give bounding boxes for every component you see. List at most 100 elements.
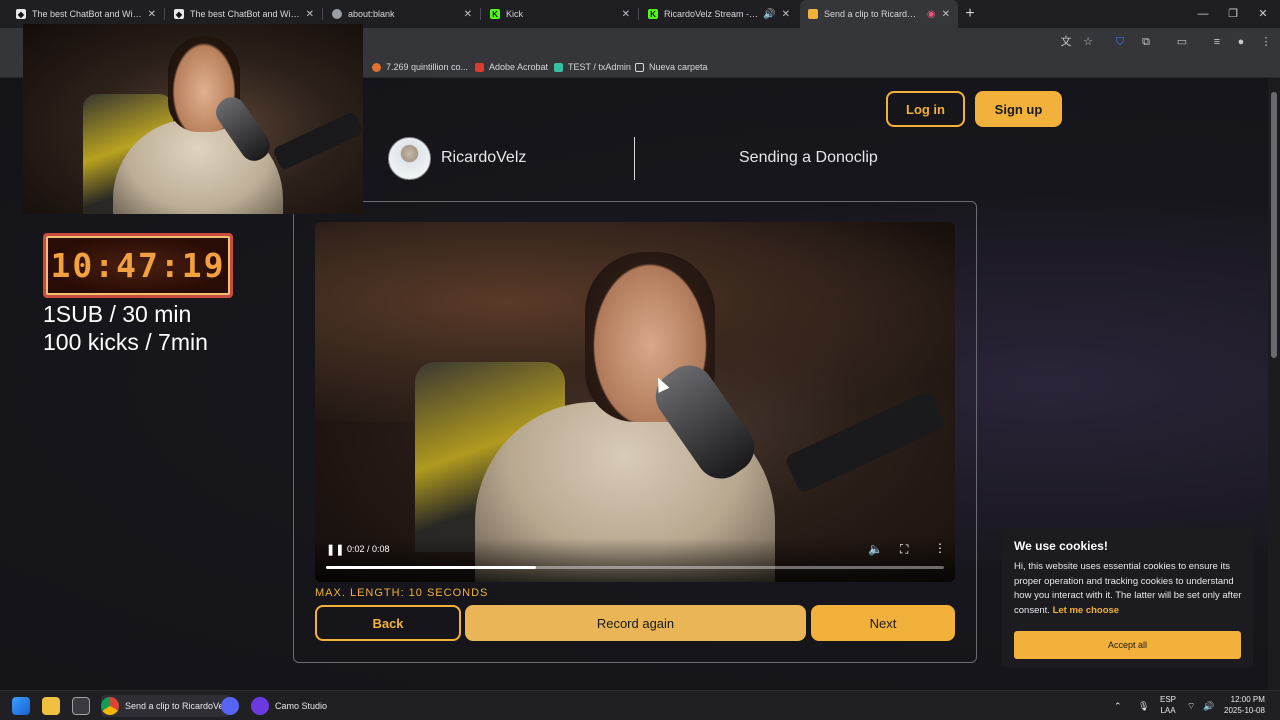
chrome-icon — [101, 697, 119, 715]
extensions-icon[interactable]: ⧉ — [1138, 34, 1154, 50]
flame-icon — [372, 62, 381, 72]
streamer-name: RicardoVelz — [441, 149, 527, 166]
video-time-readout: 0:02 / 0:08 — [347, 544, 390, 554]
tab-label: about:blank — [348, 9, 395, 19]
txadmin-icon — [554, 62, 563, 72]
video-progress-fill — [326, 566, 537, 569]
tab-separator — [638, 8, 639, 20]
clock-date: 2025-10-08 — [1224, 706, 1265, 715]
cookie-title: We use cookies! — [1014, 539, 1108, 553]
taskbar-chrome-label: Send a clip to RicardoVe — [125, 701, 224, 711]
bookmark-label: Nueva carpeta — [649, 62, 708, 72]
tab-ricardovelz-stream[interactable]: K RicardoVelz Stream - Watch 🔊 ✕ — [640, 0, 798, 28]
bookmark-label: Adobe Acrobat — [489, 62, 549, 72]
taskbar-discord[interactable] — [221, 695, 245, 717]
tab-send-clip[interactable]: Send a clip to RicardoVelz | ◉ ✕ — [800, 0, 958, 28]
max-length-note: MAX. LENGTH: 10 SECONDS — [315, 587, 489, 599]
kick-icon: K — [648, 9, 658, 19]
cookie-text: Hi, this website uses essential cookies … — [1014, 560, 1246, 618]
star-icon[interactable]: ☆ — [1080, 34, 1096, 50]
close-icon[interactable]: ✕ — [622, 9, 630, 20]
close-icon[interactable]: ✕ — [464, 9, 472, 20]
subathon-timer: 10:47:19 — [43, 233, 233, 298]
bookmark-nueva-carpeta[interactable]: Nueva carpeta — [635, 60, 708, 74]
tab-label: RicardoVelz Stream - Watch — [664, 9, 760, 19]
next-button[interactable]: Next — [811, 605, 955, 641]
speaker-icon[interactable]: 🔊 — [763, 9, 775, 20]
discord-icon — [221, 697, 239, 715]
timer-value: 10:47:19 — [50, 246, 226, 285]
bookmark-label: 7.269 quintillion co... — [386, 62, 469, 72]
webcam-overlay — [23, 24, 363, 214]
scrollbar-thumb[interactable] — [1271, 92, 1277, 358]
streamelements-icon: ◆ — [174, 9, 184, 19]
tab-label: Kick — [506, 9, 524, 19]
tab-label: The best ChatBot and Widgets — [190, 9, 300, 19]
cookie-body: Hi, this website uses essential cookies … — [1014, 561, 1242, 616]
bookmark-label: TEST / txAdmin — [568, 62, 631, 72]
record-again-button[interactable]: Record again — [465, 605, 806, 641]
header-divider — [634, 137, 635, 180]
cast-icon[interactable]: ▭ — [1174, 34, 1190, 50]
close-icon[interactable]: ✕ — [782, 9, 790, 20]
clock-time: 12:00 PM — [1230, 695, 1265, 704]
menu-icon[interactable]: ⋮ — [1258, 34, 1274, 50]
tray-chevron-icon[interactable]: ⌃ — [1114, 695, 1122, 717]
wifi-icon[interactable]: ⌔ — [1187, 695, 1195, 717]
video-player[interactable]: ❚❚ 0:02 / 0:08 🔈 ⛶ ⋮ — [315, 222, 955, 582]
video-progress-bar[interactable] — [326, 566, 944, 569]
taskbar-camo[interactable]: Camo Studio — [251, 695, 327, 717]
microphone-icon[interactable]: 🎙 — [1138, 695, 1149, 717]
sub-goal-text: 1SUB / 30 min — [43, 301, 192, 327]
close-icon[interactable]: ✕ — [942, 9, 950, 20]
lang-code: ESP — [1160, 695, 1177, 704]
close-icon[interactable]: ✕ — [148, 9, 156, 20]
media-icon[interactable]: ≡ — [1209, 34, 1225, 50]
globe-icon — [332, 9, 342, 19]
accept-all-button[interactable]: Accept all — [1014, 631, 1241, 659]
windows-taskbar: Send a clip to RicardoVe Camo Studio ⌃ 🎙… — [0, 690, 1280, 720]
taskbar-chrome[interactable]: Send a clip to RicardoVe — [101, 695, 230, 717]
minimize-button[interactable]: — — [1188, 0, 1218, 28]
kicks-goal-text: 100 kicks / 7min — [43, 329, 208, 355]
bookmark-quintillion[interactable]: 7.269 quintillion co... — [372, 60, 468, 74]
video-controls — [315, 538, 955, 582]
close-icon[interactable]: ✕ — [306, 9, 314, 20]
tab-separator — [322, 8, 323, 20]
file-explorer-button[interactable] — [42, 695, 66, 717]
start-button[interactable] — [12, 695, 36, 717]
speaker-icon[interactable]: 🔊 — [1203, 695, 1214, 717]
volume-icon[interactable]: 🔈 — [868, 542, 883, 556]
login-button[interactable]: Log in — [886, 91, 965, 127]
taskbar-clock[interactable]: 12:00 PM 2025-10-08 — [1224, 694, 1265, 716]
restore-button[interactable]: ❐ — [1218, 0, 1248, 28]
new-tab-button[interactable]: + — [960, 4, 980, 24]
kick-icon: K — [490, 9, 500, 19]
windows-icon — [12, 697, 30, 715]
lang-layout: LAA — [1160, 706, 1176, 715]
tab-separator — [480, 8, 481, 20]
signup-button[interactable]: Sign up — [975, 91, 1062, 127]
tab-kick[interactable]: K Kick ✕ — [482, 0, 638, 28]
translate-icon[interactable]: 文 — [1058, 34, 1074, 50]
let-me-choose-link[interactable]: Let me choose — [1053, 605, 1120, 616]
donoclip-icon — [808, 9, 818, 19]
language-indicator[interactable]: ESP LAA — [1160, 694, 1176, 716]
more-options-icon[interactable]: ⋮ — [934, 541, 946, 555]
bookmark-txadmin[interactable]: TEST / txAdmin — [554, 60, 631, 74]
shield-extension-icon[interactable]: ⛉ — [1112, 34, 1128, 50]
tab-label: The best ChatBot and Widgets — [32, 9, 142, 19]
app-button[interactable] — [72, 695, 96, 717]
streamer-avatar — [388, 137, 431, 180]
camo-icon — [251, 697, 269, 715]
profile-avatar-icon[interactable]: ● — [1233, 34, 1249, 50]
folder-icon — [42, 697, 60, 715]
pause-icon[interactable]: ❚❚ — [326, 543, 344, 557]
back-button[interactable]: Back — [315, 605, 461, 641]
streamelements-icon: ◆ — [16, 9, 26, 19]
window-close-button[interactable]: ✕ — [1248, 0, 1278, 28]
fullscreen-icon[interactable]: ⛶ — [900, 542, 908, 557]
page-title: Sending a Donoclip — [739, 149, 878, 166]
taskbar-camo-label: Camo Studio — [275, 701, 328, 711]
bookmark-adobe-acrobat[interactable]: Adobe Acrobat — [475, 60, 548, 74]
